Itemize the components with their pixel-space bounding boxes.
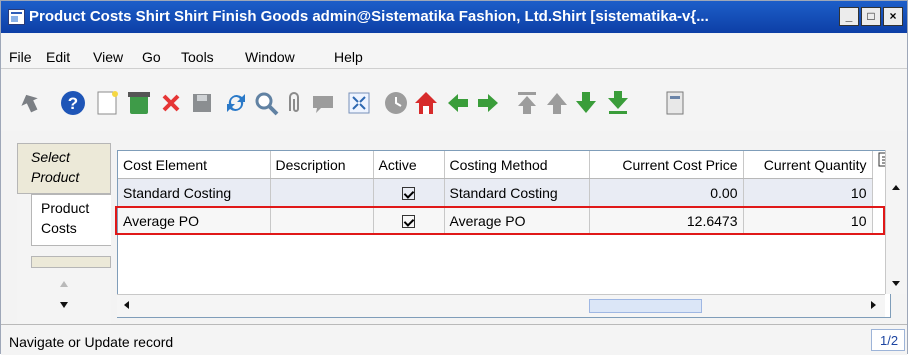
- status-message: Navigate or Update record: [9, 334, 174, 350]
- tab-product-costs[interactable]: Product Costs: [31, 194, 111, 246]
- maximize-button[interactable]: □: [861, 7, 881, 26]
- close-button[interactable]: ×: [883, 7, 903, 26]
- tab-product-costs-label-line1: Product: [41, 200, 90, 216]
- menu-tools[interactable]: Tools: [181, 49, 214, 65]
- grid-toggle-icon[interactable]: [345, 89, 373, 117]
- application-window: Product Costs Shirt Shirt Finish Goods a…: [0, 0, 908, 355]
- column-header-current-cost-price[interactable]: Current Cost Price: [589, 151, 744, 179]
- previous-page-icon[interactable]: [543, 89, 571, 117]
- menu-go[interactable]: Go: [142, 49, 161, 65]
- title-bar: Product Costs Shirt Shirt Finish Goods a…: [1, 1, 907, 33]
- column-header-cost-element[interactable]: Cost Element: [118, 151, 271, 179]
- tab-scroll-down-icon[interactable]: [57, 298, 71, 312]
- cell-active[interactable]: [373, 206, 445, 235]
- menu-file[interactable]: File: [9, 49, 32, 65]
- toolbar: ?: [1, 69, 907, 131]
- table-row[interactable]: Average PO Average PO 12.6473 10: [118, 206, 873, 235]
- undo-icon[interactable]: [16, 89, 44, 117]
- horizontal-scrollbar[interactable]: [117, 294, 885, 317]
- minimize-button[interactable]: _: [839, 7, 859, 26]
- horizontal-scroll-thumb[interactable]: [589, 299, 702, 313]
- application-icon: [8, 9, 25, 25]
- column-header-active[interactable]: Active: [373, 151, 445, 179]
- cell-description[interactable]: [270, 206, 374, 235]
- save-icon[interactable]: [188, 89, 216, 117]
- table-row[interactable]: Standard Costing Standard Costing 0.00 1…: [118, 178, 873, 207]
- menu-window[interactable]: Window: [245, 49, 295, 65]
- menu-view[interactable]: View: [93, 49, 123, 65]
- first-record-icon[interactable]: [513, 89, 541, 117]
- cell-current-quantity[interactable]: 10: [743, 206, 873, 235]
- vertical-scrollbar[interactable]: [885, 150, 906, 294]
- next-record-icon[interactable]: [474, 89, 502, 117]
- cell-cost-element[interactable]: Standard Costing: [118, 178, 271, 207]
- chat-icon[interactable]: [309, 89, 337, 117]
- scroll-left-icon[interactable]: [121, 299, 133, 311]
- status-bar: Navigate or Update record 1/2: [1, 324, 907, 355]
- record-page-indicator: 1/2: [871, 329, 905, 351]
- scroll-right-icon[interactable]: [867, 299, 879, 311]
- tab-select-product-label-line2: Product: [31, 169, 80, 185]
- cell-description[interactable]: [270, 178, 374, 207]
- last-record-icon[interactable]: [604, 89, 632, 117]
- report-icon[interactable]: [661, 89, 689, 117]
- cell-current-quantity[interactable]: 10: [743, 178, 873, 207]
- tab-panel: Select Product Product Costs: [17, 143, 111, 348]
- cell-active[interactable]: [373, 178, 445, 207]
- find-icon[interactable]: [252, 89, 280, 117]
- cell-cost-element[interactable]: Average PO: [118, 206, 271, 235]
- tab-select-product[interactable]: Select Product: [17, 143, 111, 194]
- menu-edit[interactable]: Edit: [46, 49, 70, 65]
- tab-more[interactable]: [31, 256, 111, 268]
- svg-text:?: ?: [68, 94, 78, 113]
- home-icon[interactable]: [412, 89, 440, 117]
- column-header-description[interactable]: Description: [270, 151, 374, 179]
- tab-select-product-label-line1: Select: [31, 149, 70, 165]
- active-checkbox[interactable]: [402, 187, 415, 201]
- scroll-down-icon[interactable]: [890, 278, 902, 290]
- new-record-icon[interactable]: [93, 89, 121, 117]
- help-icon[interactable]: ?: [59, 89, 87, 117]
- column-header-current-quantity[interactable]: Current Quantity: [743, 151, 873, 179]
- window-title: Product Costs Shirt Shirt Finish Goods a…: [29, 8, 709, 25]
- menu-bar: File Edit View Go Tools Window Help: [1, 34, 907, 69]
- previous-record-icon[interactable]: [444, 89, 472, 117]
- cell-costing-method[interactable]: Average PO: [444, 206, 590, 235]
- cell-costing-method[interactable]: Standard Costing: [444, 178, 590, 207]
- delete-selection-icon[interactable]: [157, 89, 185, 117]
- tab-product-costs-label-line2: Costs: [41, 220, 77, 236]
- column-header-costing-method[interactable]: Costing Method: [444, 151, 590, 179]
- next-page-icon[interactable]: [572, 89, 600, 117]
- active-checkbox[interactable]: [402, 215, 415, 229]
- product-costs-grid[interactable]: Cost Element Description Active Costing …: [117, 150, 891, 318]
- attachment-icon[interactable]: [280, 89, 308, 117]
- cell-current-cost-price[interactable]: 12.6473: [589, 206, 744, 235]
- cell-current-cost-price[interactable]: 0.00: [589, 178, 744, 207]
- tab-scroll-up-icon[interactable]: [57, 277, 71, 291]
- menu-help[interactable]: Help: [334, 49, 363, 65]
- scroll-up-icon[interactable]: [890, 182, 902, 194]
- refresh-icon[interactable]: [222, 89, 250, 117]
- delete-record-icon[interactable]: [125, 89, 153, 117]
- history-icon[interactable]: [382, 89, 410, 117]
